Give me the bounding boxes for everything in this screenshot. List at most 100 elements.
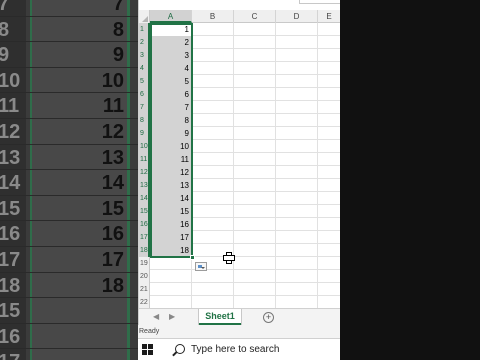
row-header[interactable]: 16	[139, 218, 150, 231]
cell-c[interactable]	[234, 75, 276, 88]
row-header[interactable]: 13	[139, 179, 150, 192]
cell-e[interactable]	[318, 257, 340, 270]
cell-d[interactable]	[276, 127, 318, 140]
cell-b[interactable]	[192, 114, 234, 127]
cell-a[interactable]	[150, 296, 192, 308]
cell-e[interactable]	[318, 88, 340, 101]
row-header[interactable]: 4	[139, 62, 150, 75]
cell-a[interactable]: 4	[150, 62, 192, 75]
cell-e[interactable]	[318, 296, 340, 308]
cell-c[interactable]	[234, 114, 276, 127]
cell-e[interactable]	[318, 62, 340, 75]
cell-e[interactable]	[318, 140, 340, 153]
cell-a[interactable]	[150, 257, 192, 270]
select-all-button[interactable]	[139, 10, 150, 23]
cell-d[interactable]	[276, 205, 318, 218]
cell-a[interactable]: 1	[150, 23, 192, 36]
cell-e[interactable]	[318, 153, 340, 166]
cell-d[interactable]	[276, 257, 318, 270]
prev-sheet-icon[interactable]: ◀	[153, 311, 159, 323]
cell-d[interactable]	[276, 114, 318, 127]
cell-d[interactable]	[276, 244, 318, 257]
row-header[interactable]: 5	[139, 75, 150, 88]
cell-d[interactable]	[276, 23, 318, 36]
cell-b[interactable]	[192, 88, 234, 101]
cell-c[interactable]	[234, 179, 276, 192]
column-header-c[interactable]: C	[234, 10, 276, 23]
cell-c[interactable]	[234, 101, 276, 114]
cell-e[interactable]	[318, 231, 340, 244]
cell-a[interactable]: 10	[150, 140, 192, 153]
cell-a[interactable]: 13	[150, 179, 192, 192]
cell-e[interactable]	[318, 101, 340, 114]
row-header[interactable]: 11	[139, 153, 150, 166]
cell-c[interactable]	[234, 153, 276, 166]
cell-c[interactable]	[234, 49, 276, 62]
cell-e[interactable]	[318, 270, 340, 283]
cell-c[interactable]	[234, 296, 276, 308]
cell-e[interactable]	[318, 114, 340, 127]
cell-a[interactable]: 16	[150, 218, 192, 231]
cell-d[interactable]	[276, 140, 318, 153]
formula-bar-input[interactable]	[299, 0, 340, 4]
cell-e[interactable]	[318, 244, 340, 257]
cell-a[interactable]: 5	[150, 75, 192, 88]
cell-a[interactable]: 3	[150, 49, 192, 62]
cell-c[interactable]	[234, 244, 276, 257]
cell-c[interactable]	[234, 218, 276, 231]
cell-d[interactable]	[276, 231, 318, 244]
windows-logo-icon[interactable]	[142, 344, 154, 356]
cell-c[interactable]	[234, 62, 276, 75]
cell-d[interactable]	[276, 296, 318, 308]
cell-c[interactable]	[234, 140, 276, 153]
row-header[interactable]: 18	[139, 244, 150, 257]
cell-a[interactable]: 17	[150, 231, 192, 244]
row-header[interactable]: 2	[139, 36, 150, 49]
cell-b[interactable]	[192, 205, 234, 218]
tab-sheet1[interactable]: Sheet1	[199, 309, 241, 325]
row-header[interactable]: 20	[139, 270, 150, 283]
cell-d[interactable]	[276, 49, 318, 62]
cell-c[interactable]	[234, 166, 276, 179]
cell-b[interactable]	[192, 192, 234, 205]
cell-b[interactable]	[192, 36, 234, 49]
auto-fill-options-icon[interactable]	[195, 262, 207, 271]
cell-e[interactable]	[318, 179, 340, 192]
cell-b[interactable]	[192, 75, 234, 88]
row-header[interactable]: 17	[139, 231, 150, 244]
cell-e[interactable]	[318, 127, 340, 140]
cell-b[interactable]	[192, 62, 234, 75]
cell-a[interactable]: 2	[150, 36, 192, 49]
cell-e[interactable]	[318, 166, 340, 179]
cell-a[interactable]: 6	[150, 88, 192, 101]
row-header[interactable]: 1	[139, 23, 150, 36]
cell-b[interactable]	[192, 49, 234, 62]
cell-a[interactable]	[150, 283, 192, 296]
cell-a[interactable]: 7	[150, 101, 192, 114]
cell-b[interactable]	[192, 270, 234, 283]
row-header[interactable]: 9	[139, 127, 150, 140]
cell-d[interactable]	[276, 166, 318, 179]
column-header-d[interactable]: D	[276, 10, 318, 23]
cell-b[interactable]	[192, 179, 234, 192]
cell-b[interactable]	[192, 127, 234, 140]
row-header[interactable]: 22	[139, 296, 150, 308]
row-header[interactable]: 8	[139, 114, 150, 127]
cell-b[interactable]	[192, 140, 234, 153]
cell-b[interactable]	[192, 23, 234, 36]
cell-d[interactable]	[276, 153, 318, 166]
cell-a[interactable]: 18	[150, 244, 192, 257]
cell-b[interactable]	[192, 231, 234, 244]
cell-e[interactable]	[318, 218, 340, 231]
row-header[interactable]: 14	[139, 192, 150, 205]
cell-b[interactable]	[192, 166, 234, 179]
row-header[interactable]: 15	[139, 205, 150, 218]
cell-b[interactable]	[192, 283, 234, 296]
cell-e[interactable]	[318, 36, 340, 49]
row-header[interactable]: 19	[139, 257, 150, 270]
cell-e[interactable]	[318, 49, 340, 62]
cell-a[interactable]: 12	[150, 166, 192, 179]
row-header[interactable]: 6	[139, 88, 150, 101]
cell-d[interactable]	[276, 75, 318, 88]
cell-e[interactable]	[318, 205, 340, 218]
